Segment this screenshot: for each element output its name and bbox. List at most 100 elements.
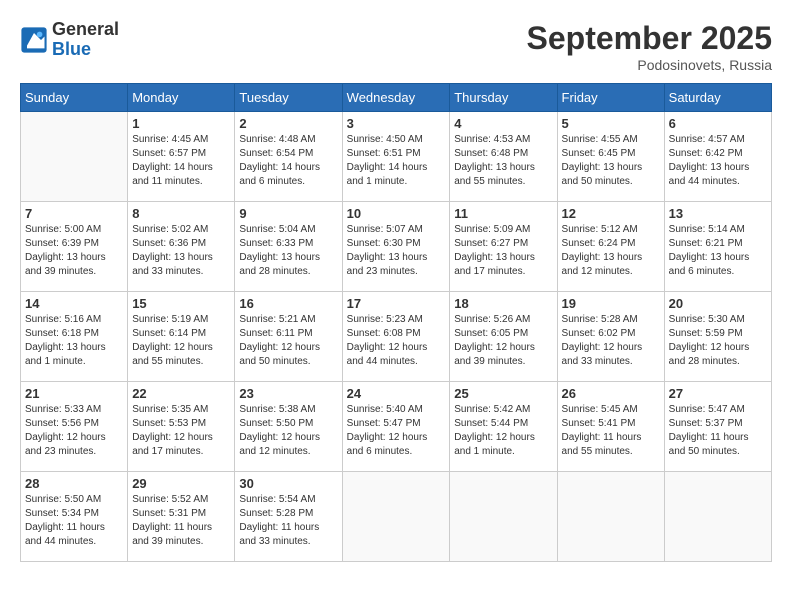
day-number: 1 bbox=[132, 116, 230, 131]
cell-info: Sunrise: 4:50 AM Sunset: 6:51 PM Dayligh… bbox=[347, 133, 446, 189]
cell-info: Sunrise: 5:26 AM Sunset: 6:05 PM Dayligh… bbox=[454, 313, 552, 369]
cell-info: Sunrise: 4:55 AM Sunset: 6:45 PM Dayligh… bbox=[562, 133, 660, 189]
cell-info: Sunrise: 5:16 AM Sunset: 6:18 PM Dayligh… bbox=[25, 313, 123, 369]
day-number: 29 bbox=[132, 476, 230, 491]
day-number: 21 bbox=[25, 386, 123, 401]
day-number: 2 bbox=[239, 116, 337, 131]
calendar-cell: 30 Sunrise: 5:54 AM Sunset: 5:28 PM Dayli… bbox=[235, 472, 342, 562]
week-row-2: 7 Sunrise: 5:00 AM Sunset: 6:39 PM Daylig… bbox=[21, 202, 772, 292]
day-number: 16 bbox=[239, 296, 337, 311]
day-number: 14 bbox=[25, 296, 123, 311]
day-number: 8 bbox=[132, 206, 230, 221]
calendar-cell: 3 Sunrise: 4:50 AM Sunset: 6:51 PM Daylig… bbox=[342, 112, 450, 202]
cell-info: Sunrise: 4:53 AM Sunset: 6:48 PM Dayligh… bbox=[454, 133, 552, 189]
day-number: 9 bbox=[239, 206, 337, 221]
calendar-cell: 21 Sunrise: 5:33 AM Sunset: 5:56 PM Dayli… bbox=[21, 382, 128, 472]
month-title: September 2025 bbox=[527, 20, 772, 57]
day-number: 17 bbox=[347, 296, 446, 311]
logo-blue-text: Blue bbox=[52, 40, 119, 60]
calendar-cell: 11Sunrise: 5:09 AM Sunset: 6:27 PM Dayli… bbox=[450, 202, 557, 292]
cell-info: Sunrise: 5:07 AM Sunset: 6:30 PM Dayligh… bbox=[347, 223, 446, 279]
day-number: 7 bbox=[25, 206, 123, 221]
weekday-header-monday: Monday bbox=[128, 84, 235, 112]
cell-info: Sunrise: 5:23 AM Sunset: 6:08 PM Dayligh… bbox=[347, 313, 446, 369]
location-text: Podosinovets, Russia bbox=[527, 57, 772, 73]
cell-info: Sunrise: 5:33 AM Sunset: 5:56 PM Dayligh… bbox=[25, 403, 123, 459]
calendar-cell: 1Sunrise: 4:45 AM Sunset: 6:57 PM Daylig… bbox=[128, 112, 235, 202]
calendar-cell bbox=[557, 472, 664, 562]
calendar-cell: 23 Sunrise: 5:38 AM Sunset: 5:50 PM Dayli… bbox=[235, 382, 342, 472]
week-row-3: 14 Sunrise: 5:16 AM Sunset: 6:18 PM Dayli… bbox=[21, 292, 772, 382]
cell-info: Sunrise: 5:09 AM Sunset: 6:27 PM Dayligh… bbox=[454, 223, 552, 279]
weekday-header-row: SundayMondayTuesdayWednesdayThursdayFrid… bbox=[21, 84, 772, 112]
cell-info: Sunrise: 5:38 AM Sunset: 5:50 PM Dayligh… bbox=[239, 403, 337, 459]
calendar-cell: 28Sunrise: 5:50 AM Sunset: 5:34 PM Dayli… bbox=[21, 472, 128, 562]
day-number: 3 bbox=[347, 116, 446, 131]
calendar-cell: 14 Sunrise: 5:16 AM Sunset: 6:18 PM Dayli… bbox=[21, 292, 128, 382]
day-number: 19 bbox=[562, 296, 660, 311]
cell-info: Sunrise: 4:48 AM Sunset: 6:54 PM Dayligh… bbox=[239, 133, 337, 189]
day-number: 20 bbox=[669, 296, 767, 311]
day-number: 18 bbox=[454, 296, 552, 311]
calendar-cell: 13 Sunrise: 5:14 AM Sunset: 6:21 PM Dayli… bbox=[664, 202, 771, 292]
weekday-header-thursday: Thursday bbox=[450, 84, 557, 112]
cell-info: Sunrise: 5:02 AM Sunset: 6:36 PM Dayligh… bbox=[132, 223, 230, 279]
day-number: 27 bbox=[669, 386, 767, 401]
cell-info: Sunrise: 5:42 AM Sunset: 5:44 PM Dayligh… bbox=[454, 403, 552, 459]
calendar-cell: 5 Sunrise: 4:55 AM Sunset: 6:45 PM Daylig… bbox=[557, 112, 664, 202]
calendar-cell: 29 Sunrise: 5:52 AM Sunset: 5:31 PM Dayli… bbox=[128, 472, 235, 562]
calendar-cell: 16 Sunrise: 5:21 AM Sunset: 6:11 PM Dayli… bbox=[235, 292, 342, 382]
calendar-cell: 12 Sunrise: 5:12 AM Sunset: 6:24 PM Dayli… bbox=[557, 202, 664, 292]
day-number: 30 bbox=[239, 476, 337, 491]
calendar-cell: 7 Sunrise: 5:00 AM Sunset: 6:39 PM Daylig… bbox=[21, 202, 128, 292]
day-number: 22 bbox=[132, 386, 230, 401]
day-number: 6 bbox=[669, 116, 767, 131]
day-number: 24 bbox=[347, 386, 446, 401]
title-block: September 2025 Podosinovets, Russia bbox=[527, 20, 772, 73]
calendar-cell: 15Sunrise: 5:19 AM Sunset: 6:14 PM Dayli… bbox=[128, 292, 235, 382]
cell-info: Sunrise: 5:28 AM Sunset: 6:02 PM Dayligh… bbox=[562, 313, 660, 369]
logo: General Blue bbox=[20, 20, 119, 60]
cell-info: Sunrise: 5:47 AM Sunset: 5:37 PM Dayligh… bbox=[669, 403, 767, 459]
cell-info: Sunrise: 5:21 AM Sunset: 6:11 PM Dayligh… bbox=[239, 313, 337, 369]
weekday-header-sunday: Sunday bbox=[21, 84, 128, 112]
week-row-4: 21 Sunrise: 5:33 AM Sunset: 5:56 PM Dayli… bbox=[21, 382, 772, 472]
calendar-cell bbox=[450, 472, 557, 562]
calendar-cell: 22 Sunrise: 5:35 AM Sunset: 5:53 PM Dayli… bbox=[128, 382, 235, 472]
cell-info: Sunrise: 5:14 AM Sunset: 6:21 PM Dayligh… bbox=[669, 223, 767, 279]
day-number: 10 bbox=[347, 206, 446, 221]
calendar-cell bbox=[664, 472, 771, 562]
cell-info: Sunrise: 5:00 AM Sunset: 6:39 PM Dayligh… bbox=[25, 223, 123, 279]
day-number: 26 bbox=[562, 386, 660, 401]
cell-info: Sunrise: 4:57 AM Sunset: 6:42 PM Dayligh… bbox=[669, 133, 767, 189]
day-number: 4 bbox=[454, 116, 552, 131]
cell-info: Sunrise: 5:12 AM Sunset: 6:24 PM Dayligh… bbox=[562, 223, 660, 279]
calendar-cell: 27 Sunrise: 5:47 AM Sunset: 5:37 PM Dayli… bbox=[664, 382, 771, 472]
page-header: General Blue September 2025 Podosinovets… bbox=[20, 20, 772, 73]
weekday-header-friday: Friday bbox=[557, 84, 664, 112]
calendar-cell: 17 Sunrise: 5:23 AM Sunset: 6:08 PM Dayli… bbox=[342, 292, 450, 382]
calendar-cell: 18 Sunrise: 5:26 AM Sunset: 6:05 PM Dayli… bbox=[450, 292, 557, 382]
cell-info: Sunrise: 5:35 AM Sunset: 5:53 PM Dayligh… bbox=[132, 403, 230, 459]
week-row-5: 28Sunrise: 5:50 AM Sunset: 5:34 PM Dayli… bbox=[21, 472, 772, 562]
calendar-cell bbox=[21, 112, 128, 202]
logo-general-text: General bbox=[52, 20, 119, 40]
cell-info: Sunrise: 5:52 AM Sunset: 5:31 PM Dayligh… bbox=[132, 493, 230, 549]
calendar-cell: 8 Sunrise: 5:02 AM Sunset: 6:36 PM Daylig… bbox=[128, 202, 235, 292]
week-row-1: 1Sunrise: 4:45 AM Sunset: 6:57 PM Daylig… bbox=[21, 112, 772, 202]
day-number: 5 bbox=[562, 116, 660, 131]
day-number: 23 bbox=[239, 386, 337, 401]
calendar-cell: 19 Sunrise: 5:28 AM Sunset: 6:02 PM Dayli… bbox=[557, 292, 664, 382]
calendar-cell: 10 Sunrise: 5:07 AM Sunset: 6:30 PM Dayli… bbox=[342, 202, 450, 292]
calendar-cell bbox=[342, 472, 450, 562]
cell-info: Sunrise: 5:30 AM Sunset: 5:59 PM Dayligh… bbox=[669, 313, 767, 369]
day-number: 12 bbox=[562, 206, 660, 221]
calendar-cell: 4 Sunrise: 4:53 AM Sunset: 6:48 PM Daylig… bbox=[450, 112, 557, 202]
cell-info: Sunrise: 5:54 AM Sunset: 5:28 PM Dayligh… bbox=[239, 493, 337, 549]
cell-info: Sunrise: 5:04 AM Sunset: 6:33 PM Dayligh… bbox=[239, 223, 337, 279]
cell-info: Sunrise: 5:50 AM Sunset: 5:34 PM Dayligh… bbox=[25, 493, 123, 549]
calendar-cell: 6 Sunrise: 4:57 AM Sunset: 6:42 PM Daylig… bbox=[664, 112, 771, 202]
day-number: 13 bbox=[669, 206, 767, 221]
calendar-cell: 9 Sunrise: 5:04 AM Sunset: 6:33 PM Daylig… bbox=[235, 202, 342, 292]
calendar-table: SundayMondayTuesdayWednesdayThursdayFrid… bbox=[20, 83, 772, 562]
